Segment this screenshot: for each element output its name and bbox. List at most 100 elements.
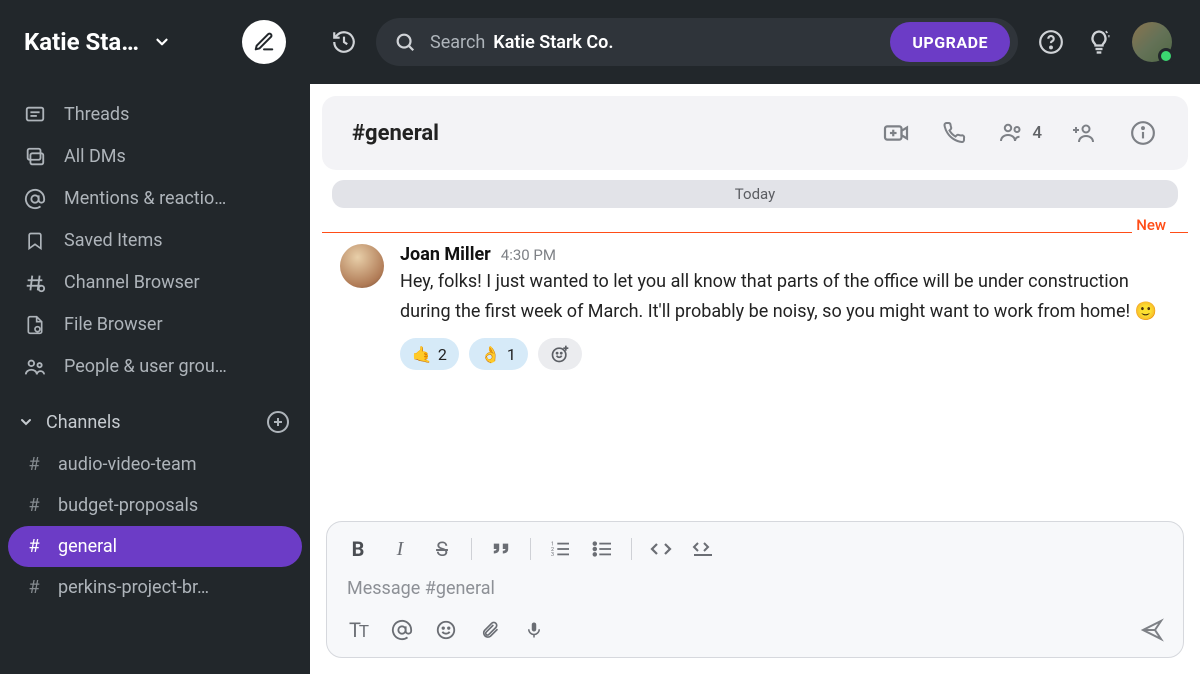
message-avatar[interactable] — [340, 244, 384, 288]
members-count: 4 — [1032, 123, 1042, 143]
search-placeholder: Search Katie Stark Co. — [430, 32, 613, 53]
nav-people[interactable]: People & user grou… — [8, 346, 302, 388]
chevron-down-icon — [18, 414, 34, 430]
hash-icon: # — [26, 454, 42, 475]
add-video-button[interactable] — [881, 118, 911, 148]
text-format-toggle[interactable]: TT — [345, 617, 371, 643]
channel-list: # audio-video-team # budget-proposals # … — [0, 444, 310, 612]
reaction-emoji: 🤙 — [412, 345, 432, 364]
nav-label: Mentions & reactio… — [64, 190, 226, 208]
strike-button[interactable]: S — [429, 536, 455, 562]
channel-item[interactable]: # budget-proposals — [8, 485, 302, 526]
nav-mentions[interactable]: Mentions & reactio… — [8, 178, 302, 220]
sidebar-nav: Threads All DMs Mentions & reactio… Save… — [0, 84, 310, 390]
compose-button[interactable] — [242, 20, 286, 64]
nav-channel-browser[interactable]: Channel Browser — [8, 262, 302, 304]
nav-all-dms[interactable]: All DMs — [8, 136, 302, 178]
channel-name: audio-video-team — [58, 454, 197, 475]
channel-name: general — [58, 536, 117, 557]
history-button[interactable] — [330, 28, 358, 56]
ordered-list-button[interactable]: 123 — [547, 536, 573, 562]
quote-button[interactable] — [488, 536, 514, 562]
attach-button[interactable] — [477, 617, 503, 643]
bullet-list-button[interactable] — [589, 536, 615, 562]
channel-details-button[interactable] — [1128, 118, 1158, 148]
people-icon — [24, 356, 46, 378]
sidebar: Katie Sta… Threads All DMs — [0, 0, 310, 674]
workspace-switcher[interactable]: Katie Sta… — [0, 0, 310, 84]
reaction[interactable]: 🤙 2 — [400, 338, 459, 370]
upgrade-button[interactable]: UPGRADE — [890, 22, 1010, 62]
channel-header: #general 4 — [322, 96, 1188, 170]
composer-bottom-toolbar: TT — [327, 607, 1183, 657]
call-button[interactable] — [939, 118, 969, 148]
hash-icon: # — [26, 536, 42, 557]
search-icon — [394, 31, 416, 53]
reaction-count: 1 — [507, 345, 516, 364]
channel-title[interactable]: #general — [352, 121, 881, 146]
search-scope: Katie Stark Co. — [493, 32, 613, 53]
nav-label: Saved Items — [64, 232, 163, 250]
channel-item[interactable]: # audio-video-team — [8, 444, 302, 485]
message-time: 4:30 PM — [501, 246, 556, 264]
help-button[interactable] — [1036, 27, 1066, 57]
nav-label: Threads — [64, 106, 129, 124]
code-button[interactable] — [648, 536, 674, 562]
mentions-icon — [24, 188, 46, 210]
reaction-count: 2 — [438, 345, 447, 364]
send-button[interactable] — [1139, 618, 1165, 642]
nav-label: Channel Browser — [64, 274, 200, 292]
add-reaction-button[interactable] — [538, 338, 582, 370]
presence-indicator — [1158, 48, 1174, 64]
whats-new-button[interactable] — [1084, 27, 1114, 57]
nav-label: People & user grou… — [64, 358, 227, 376]
audio-button[interactable] — [521, 617, 547, 643]
user-menu[interactable] — [1132, 22, 1172, 62]
reaction[interactable]: 👌 1 — [469, 338, 528, 370]
message[interactable]: Joan Miller 4:30 PM Hey, folks! I just w… — [322, 236, 1188, 370]
hash-icon: # — [26, 495, 42, 516]
day-divider: Today — [332, 180, 1178, 208]
threads-icon — [24, 104, 46, 126]
reactions: 🤙 2 👌 1 — [400, 338, 1170, 370]
composer-placeholder: Message #general — [347, 578, 495, 599]
channel-item[interactable]: # perkins-project-br… — [8, 567, 302, 608]
new-messages-divider: New — [322, 212, 1188, 236]
channels-title: Channels — [46, 412, 264, 433]
nav-file-browser[interactable]: File Browser — [8, 304, 302, 346]
search-prefix: Search — [430, 32, 485, 53]
upgrade-label: UPGRADE — [912, 33, 988, 52]
emoji-button[interactable] — [433, 617, 459, 643]
message-author[interactable]: Joan Miller — [400, 244, 491, 265]
channels-section-header[interactable]: Channels — [0, 390, 310, 444]
workspace-name: Katie Sta… — [24, 28, 139, 56]
file-browser-icon — [24, 314, 46, 336]
svg-text:3: 3 — [551, 552, 554, 558]
message-list: Today New Joan Miller 4:30 PM Hey, folks… — [310, 170, 1200, 505]
format-toolbar: B I S 123 — [327, 522, 1183, 568]
bold-button[interactable]: B — [345, 536, 371, 562]
channel-browser-icon — [24, 272, 46, 294]
hash-icon: # — [26, 577, 42, 598]
nav-threads[interactable]: Threads — [8, 94, 302, 136]
add-people-button[interactable] — [1070, 118, 1100, 148]
channel-item-active[interactable]: # general — [8, 526, 302, 567]
mention-button[interactable] — [389, 617, 415, 643]
italic-button[interactable]: I — [387, 536, 413, 562]
bookmark-icon — [24, 230, 46, 252]
channel-name: budget-proposals — [58, 495, 198, 516]
members-button[interactable]: 4 — [997, 118, 1042, 148]
search-bar[interactable]: Search Katie Stark Co. UPGRADE — [376, 18, 1018, 66]
nav-saved[interactable]: Saved Items — [8, 220, 302, 262]
codeblock-button[interactable] — [690, 536, 716, 562]
add-channel-button[interactable] — [264, 408, 292, 436]
topbar: Search Katie Stark Co. UPGRADE — [310, 0, 1200, 84]
message-text: Hey, folks! I just wanted to let you all… — [400, 267, 1170, 326]
composer-input[interactable]: Message #general — [327, 568, 1183, 607]
reaction-emoji: 👌 — [481, 345, 501, 364]
nav-label: File Browser — [64, 316, 163, 334]
dms-icon — [24, 146, 46, 168]
new-label: New — [1132, 216, 1170, 234]
composer[interactable]: B I S 123 — [326, 521, 1184, 658]
channel-name: perkins-project-br… — [58, 577, 209, 598]
